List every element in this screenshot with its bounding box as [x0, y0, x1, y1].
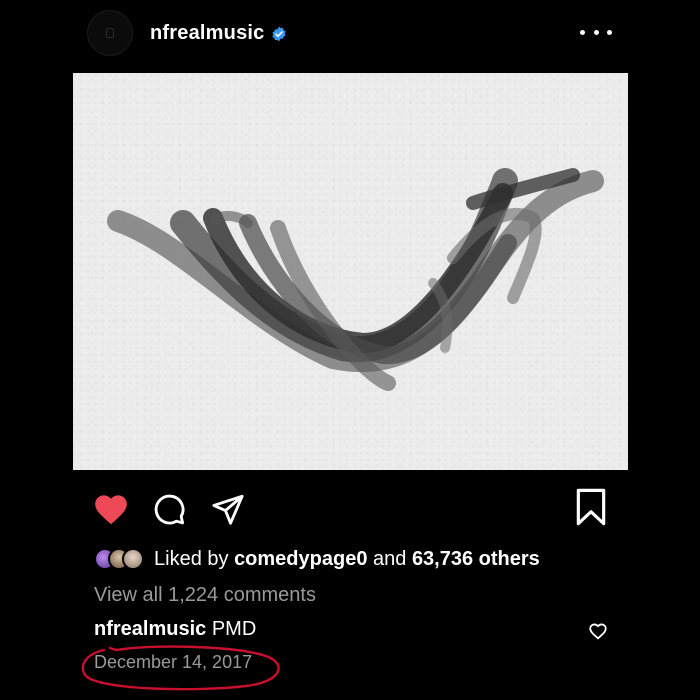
- paper-plane-icon[interactable]: [211, 492, 245, 526]
- likes-count[interactable]: 63,736 others: [412, 548, 540, 570]
- brush-stroke-artwork: [107, 168, 604, 391]
- liker-avatars: [94, 548, 144, 570]
- caption-username[interactable]: nfrealmusic: [94, 618, 206, 640]
- liked-by-user[interactable]: comedypage0: [234, 548, 367, 570]
- liker-avatar: [122, 548, 144, 570]
- post-image[interactable]: [73, 73, 628, 470]
- avatar-logo: [106, 28, 114, 38]
- comment-bubble-icon[interactable]: [152, 492, 186, 526]
- verified-badge-icon: [272, 26, 287, 41]
- post-caption: nfrealmusic PMD: [94, 618, 256, 641]
- heart-outline-icon[interactable]: [588, 622, 608, 640]
- bookmark-icon[interactable]: [575, 488, 607, 526]
- view-all-comments-link[interactable]: View all 1,224 comments: [94, 584, 316, 607]
- instagram-post: nfrealmusic Liked by comedypage0 and 63,…: [0, 0, 700, 700]
- username-label: nfrealmusic: [150, 22, 265, 44]
- heart-filled-icon[interactable]: [92, 490, 130, 526]
- likes-text: Liked by comedypage0 and 63,736 others: [154, 547, 540, 570]
- post-header-username[interactable]: nfrealmusic: [150, 22, 287, 45]
- likes-summary[interactable]: Liked by comedypage0 and 63,736 others: [94, 546, 540, 572]
- more-options-icon[interactable]: [580, 22, 612, 42]
- post-date: December 14, 2017: [94, 652, 253, 672]
- profile-avatar[interactable]: [87, 10, 133, 56]
- caption-text: PMD: [206, 618, 257, 640]
